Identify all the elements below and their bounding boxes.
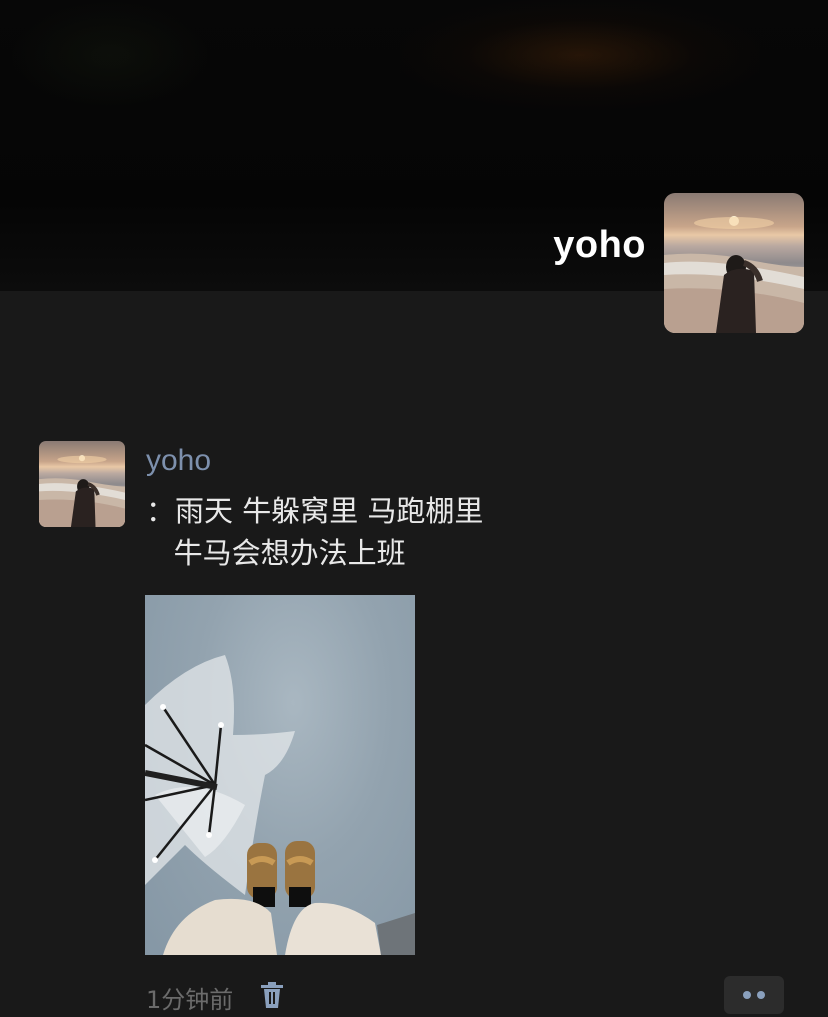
- umbrella-photo-icon: [145, 655, 415, 955]
- post-photo[interactable]: [145, 595, 415, 955]
- post-timestamp: 1分钟前: [146, 986, 234, 1014]
- beach-photo-icon: [664, 216, 804, 333]
- more-button[interactable]: [724, 976, 784, 1014]
- trash-icon[interactable]: [259, 981, 285, 1009]
- owner-avatar[interactable]: [664, 193, 804, 333]
- beach-photo-icon: [39, 455, 125, 527]
- more-dots-icon: [757, 991, 765, 999]
- post-text: ：雨天 牛躲窝里 马跑棚里 牛马会想办法上班: [146, 494, 484, 570]
- author-avatar[interactable]: [39, 441, 125, 527]
- cover-light: [400, 0, 760, 110]
- owner-name: yoho: [553, 224, 646, 266]
- post-author-name[interactable]: yoho: [146, 444, 211, 478]
- cover-shade: [10, 0, 210, 110]
- more-dots-icon: [743, 991, 751, 999]
